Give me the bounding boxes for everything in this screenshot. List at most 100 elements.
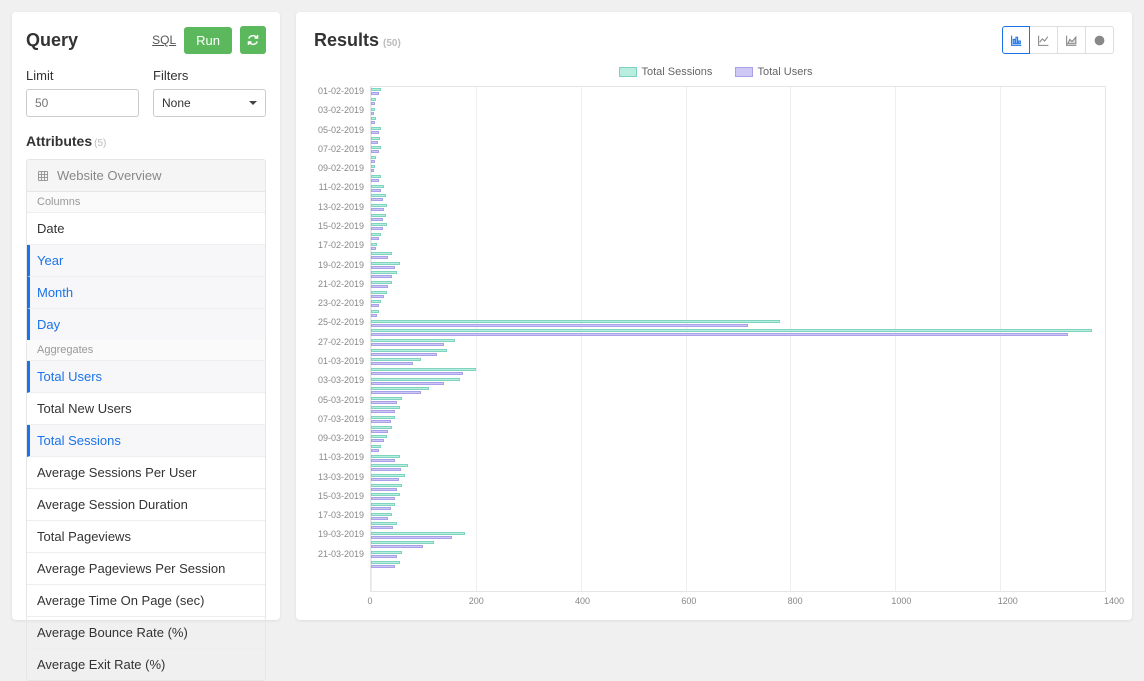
bar-users bbox=[371, 112, 374, 115]
filters-label: Filters bbox=[153, 68, 266, 83]
bar-users bbox=[371, 295, 384, 298]
limit-label: Limit bbox=[26, 68, 139, 83]
attributes-box: Website Overview Columns DateYearMonthDa… bbox=[26, 159, 266, 681]
y-axis-label bbox=[314, 443, 364, 453]
bar-sessions bbox=[371, 493, 400, 496]
bar-users bbox=[371, 526, 393, 529]
y-axis-label: 23-02-2019 bbox=[314, 298, 364, 308]
attribute-item[interactable]: Total Pageviews bbox=[27, 521, 265, 553]
chart-row bbox=[371, 299, 1105, 309]
bar-users bbox=[371, 497, 395, 500]
chart-row bbox=[371, 521, 1105, 531]
chart-row bbox=[371, 492, 1105, 502]
bar-users bbox=[371, 353, 437, 356]
run-button[interactable]: Run bbox=[184, 27, 232, 54]
chart-row bbox=[371, 367, 1105, 377]
limit-input[interactable] bbox=[26, 89, 139, 117]
bar-sessions bbox=[371, 474, 405, 477]
attribute-item[interactable]: Average Exit Rate (%) bbox=[27, 649, 265, 680]
y-axis-label bbox=[314, 231, 364, 241]
y-axis-labels: 01-02-201903-02-201905-02-201907-02-2019… bbox=[314, 86, 370, 592]
attribute-item[interactable]: Average Time On Page (sec) bbox=[27, 585, 265, 617]
bar-users bbox=[371, 430, 388, 433]
attribute-item[interactable]: Total New Users bbox=[27, 393, 265, 425]
area-chart-button[interactable] bbox=[1058, 26, 1086, 54]
refresh-button[interactable] bbox=[240, 26, 266, 54]
attribute-item[interactable]: Average Sessions Per User bbox=[27, 457, 265, 489]
bar-users bbox=[371, 247, 376, 250]
chart-row bbox=[371, 183, 1105, 193]
y-axis-label: 17-02-2019 bbox=[314, 240, 364, 250]
attribute-item[interactable]: Average Session Duration bbox=[27, 489, 265, 521]
result-view-buttons bbox=[1002, 26, 1114, 54]
y-axis-label bbox=[314, 134, 364, 144]
bar-users bbox=[371, 507, 391, 510]
attribute-item[interactable]: Average Pageviews Per Session bbox=[27, 553, 265, 585]
bar-sessions bbox=[371, 300, 381, 303]
chart-row bbox=[371, 511, 1105, 521]
bar-sessions bbox=[371, 252, 392, 255]
attribute-item[interactable]: Total Users bbox=[27, 361, 265, 393]
x-axis-tick: 400 bbox=[575, 596, 590, 606]
chart-row bbox=[371, 463, 1105, 473]
bar-sessions bbox=[371, 88, 381, 91]
chart-row bbox=[371, 241, 1105, 251]
bar-sessions bbox=[371, 320, 780, 323]
legend-swatch-users bbox=[735, 67, 753, 77]
bar-sessions bbox=[371, 435, 387, 438]
y-axis-label bbox=[314, 501, 364, 511]
y-axis-label bbox=[314, 269, 364, 279]
bar-sessions bbox=[371, 368, 476, 371]
bar-sessions bbox=[371, 291, 387, 294]
y-axis-label: 11-03-2019 bbox=[314, 452, 364, 462]
y-axis-label: 01-02-2019 bbox=[314, 86, 364, 96]
chart-row bbox=[371, 87, 1105, 97]
y-axis-label: 15-03-2019 bbox=[314, 491, 364, 501]
chart-legend: Total Sessions Total Users bbox=[314, 62, 1114, 86]
attributes-table-header[interactable]: Website Overview bbox=[27, 160, 265, 192]
bar-sessions bbox=[371, 464, 408, 467]
line-chart-button[interactable] bbox=[1030, 26, 1058, 54]
bar-sessions bbox=[371, 426, 392, 429]
attribute-item[interactable]: Average Bounce Rate (%) bbox=[27, 617, 265, 649]
legend-label-users: Total Users bbox=[757, 66, 812, 78]
settings-button[interactable] bbox=[1086, 26, 1114, 54]
bar-chart-button[interactable] bbox=[1002, 26, 1030, 54]
chart-row bbox=[371, 145, 1105, 155]
attribute-item[interactable]: Year bbox=[27, 245, 265, 277]
chart-row bbox=[371, 270, 1105, 280]
line-chart-icon bbox=[1037, 34, 1050, 47]
bar-users bbox=[371, 391, 421, 394]
filters-value: None bbox=[162, 96, 191, 110]
bar-sessions bbox=[371, 406, 400, 409]
bar-sessions bbox=[371, 156, 376, 159]
bar-sessions bbox=[371, 175, 381, 178]
filters-select[interactable]: None bbox=[153, 89, 266, 117]
attribute-item[interactable]: Total Sessions bbox=[27, 425, 265, 457]
bar-sessions bbox=[371, 349, 447, 352]
bar-users bbox=[371, 343, 444, 346]
chart-row bbox=[371, 386, 1105, 396]
attribute-item[interactable]: Date bbox=[27, 213, 265, 245]
bar-users bbox=[371, 179, 379, 182]
bar-users bbox=[371, 237, 379, 240]
chart-row bbox=[371, 347, 1105, 357]
bar-sessions bbox=[371, 146, 381, 149]
chart-row bbox=[371, 116, 1105, 126]
bar-users bbox=[371, 141, 378, 144]
y-axis-label bbox=[314, 404, 364, 414]
bar-sessions bbox=[371, 137, 380, 140]
y-axis-label bbox=[314, 558, 364, 568]
query-title: Query bbox=[26, 30, 78, 51]
bar-users bbox=[371, 333, 1068, 336]
bar-sessions bbox=[371, 262, 400, 265]
attribute-item[interactable]: Day bbox=[27, 309, 265, 340]
area-chart-icon bbox=[1065, 34, 1078, 47]
y-axis-label bbox=[314, 481, 364, 491]
sql-link[interactable]: SQL bbox=[152, 33, 176, 47]
aggregates-section-label: Aggregates bbox=[27, 340, 265, 361]
y-axis-label bbox=[314, 539, 364, 549]
attribute-item[interactable]: Month bbox=[27, 277, 265, 309]
bar-users bbox=[371, 304, 379, 307]
chart-row bbox=[371, 309, 1105, 319]
